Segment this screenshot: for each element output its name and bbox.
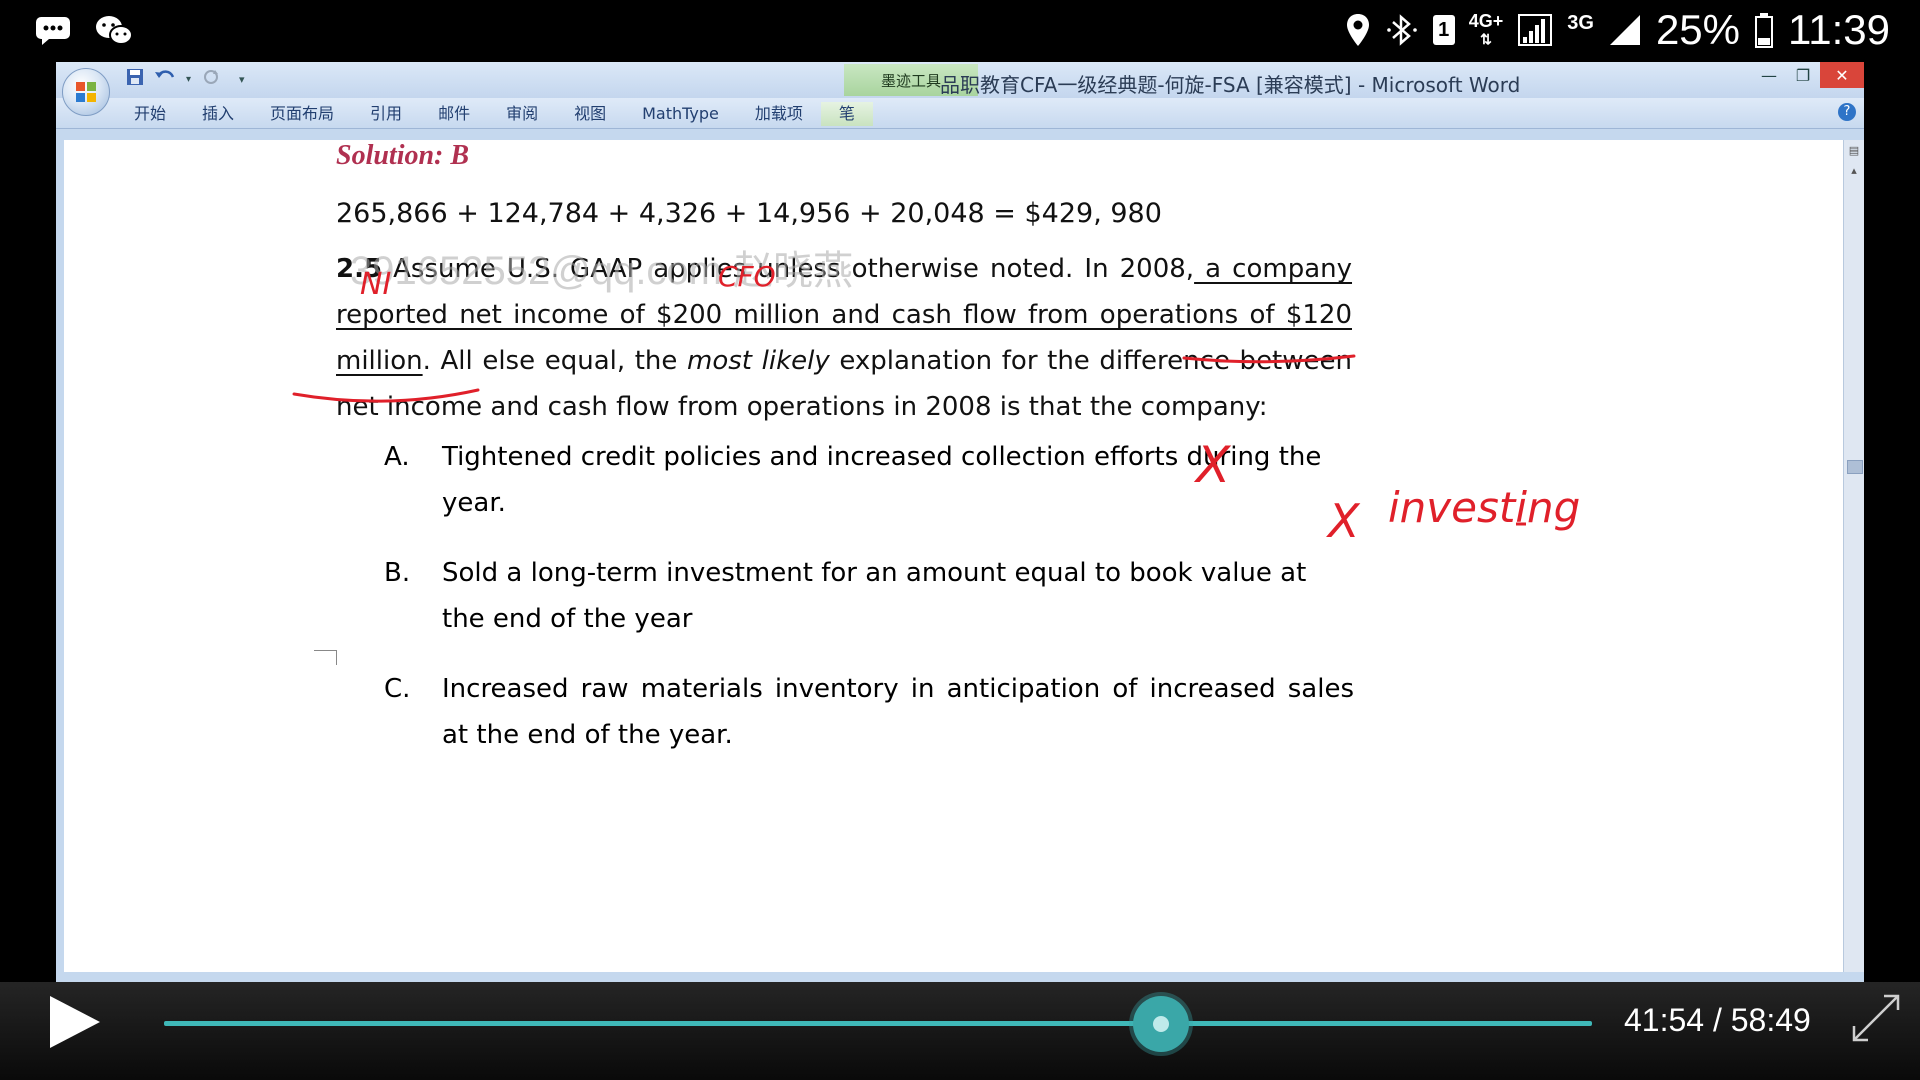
- fullscreen-icon[interactable]: [1848, 990, 1904, 1046]
- current-time: 41:54: [1624, 1002, 1705, 1038]
- window-title: 品职教育CFA一级经典题-何旋-FSA [兼容模式] - Microsoft W…: [940, 73, 1521, 97]
- ruler-toggle-icon[interactable]: ▤: [1847, 144, 1861, 158]
- tab-view[interactable]: 视图: [556, 102, 624, 126]
- tab-mathtype[interactable]: MathType: [624, 102, 737, 126]
- video-player-controls: 41:54 / 58:49: [0, 982, 1920, 1080]
- tab-add-ins[interactable]: 加载项: [737, 102, 821, 126]
- option-text: Sold a long-term investment for an amoun…: [442, 558, 1307, 634]
- redo-icon[interactable]: [201, 68, 221, 90]
- help-icon[interactable]: ?: [1838, 103, 1856, 121]
- scroll-thumb[interactable]: [1847, 460, 1863, 474]
- question-text-2: . All else equal, the: [422, 346, 688, 376]
- office-logo-icon: [76, 82, 96, 102]
- word-window: ▾ ▾ 墨迹工具 品职教育CFA一级经典题-何旋-FSA [兼容模式] - Mi…: [56, 62, 1864, 982]
- tab-references[interactable]: 引用: [352, 102, 420, 126]
- document-page[interactable]: Solution: B 265,866 + 124,784 + 4,326 + …: [64, 140, 1844, 972]
- seek-bar[interactable]: [164, 996, 1592, 1052]
- play-icon[interactable]: [44, 992, 104, 1052]
- status-bar: 1 4G+ ⇅ 3G 25% 11:39: [0, 0, 1920, 62]
- ribbon-tabs: 开始 插入 页面布局 引用 邮件 审阅 视图 MathType 加载项 笔: [116, 102, 873, 126]
- tab-insert[interactable]: 插入: [184, 102, 252, 126]
- option-letter: A.: [384, 442, 410, 472]
- solution-label: Solution: B: [336, 140, 470, 171]
- network-secondary-label: 3G: [1567, 12, 1594, 34]
- network-primary-label: 4G+: [1468, 11, 1504, 31]
- signal-primary-icon: [1518, 14, 1553, 46]
- battery-percent: 25%: [1655, 6, 1740, 53]
- tab-home[interactable]: 开始: [116, 102, 184, 126]
- data-arrows-icon: ⇅: [1480, 31, 1492, 47]
- duration: 58:49: [1730, 1002, 1811, 1038]
- clock: 11:39: [1788, 6, 1890, 53]
- customize-icon[interactable]: ▾: [239, 73, 245, 86]
- page-corner-mark: [314, 650, 337, 665]
- tab-page-layout[interactable]: 页面布局: [252, 102, 352, 126]
- ribbon: 开始 插入 页面布局 引用 邮件 审阅 视图 MathType 加载项 笔 ?: [56, 98, 1864, 129]
- restore-icon[interactable]: ❐: [1786, 62, 1820, 88]
- option-letter: C.: [384, 674, 411, 704]
- scroll-up-icon[interactable]: ▴: [1847, 164, 1861, 178]
- time-separator: /: [1712, 1002, 1722, 1038]
- signal-secondary-icon: [1609, 15, 1640, 45]
- watermark: 391652552@qq.com 赵晓燕: [350, 249, 854, 293]
- tab-pen[interactable]: 笔: [820, 102, 873, 126]
- vertical-scrollbar[interactable]: ▤ ▴: [1843, 140, 1864, 972]
- messages-icon: [36, 17, 70, 45]
- answer-options: A. Tightened credit policies and increas…: [384, 434, 1354, 782]
- save-icon[interactable]: [126, 68, 144, 90]
- bluetooth-icon: [1386, 14, 1417, 46]
- option-letter: B.: [384, 558, 411, 588]
- undo-icon[interactable]: [154, 68, 176, 90]
- undo-dropdown-icon[interactable]: ▾: [186, 74, 191, 85]
- ink-investing: investing: [1388, 483, 1580, 532]
- question-italic: most likely: [687, 346, 830, 376]
- tab-review[interactable]: 审阅: [488, 102, 556, 126]
- quick-access-toolbar: ▾ ▾: [126, 68, 245, 90]
- wechat-icon: [96, 16, 133, 45]
- option-text: Tightened credit policies and increased …: [442, 442, 1322, 518]
- formula-line: 265,866 + 124,784 + 4,326 + 14,956 + 20,…: [336, 198, 1162, 229]
- time-display: 41:54 / 58:49: [1624, 1002, 1811, 1039]
- option-b: B. Sold a long-term investment for an am…: [384, 550, 1354, 642]
- close-icon[interactable]: ✕: [1820, 62, 1864, 88]
- battery-icon: [1755, 13, 1773, 48]
- title-bar: ▾ ▾ 墨迹工具 品职教育CFA一级经典题-何旋-FSA [兼容模式] - Mi…: [56, 62, 1864, 98]
- seek-thumb[interactable]: [1132, 996, 1189, 1052]
- location-icon: [1346, 14, 1369, 46]
- minimize-icon[interactable]: —: [1752, 62, 1786, 88]
- sim-badge: 1: [1432, 15, 1455, 45]
- tab-mailings[interactable]: 邮件: [420, 102, 488, 126]
- office-button[interactable]: [62, 68, 110, 116]
- option-c: C. Increased raw materials inventory in …: [384, 666, 1354, 758]
- option-text: Increased raw materials inventory in ant…: [442, 674, 1354, 750]
- seek-track[interactable]: [164, 1021, 1592, 1026]
- option-a: A. Tightened credit policies and increas…: [384, 434, 1354, 526]
- window-controls: — ❐ ✕: [1752, 62, 1864, 88]
